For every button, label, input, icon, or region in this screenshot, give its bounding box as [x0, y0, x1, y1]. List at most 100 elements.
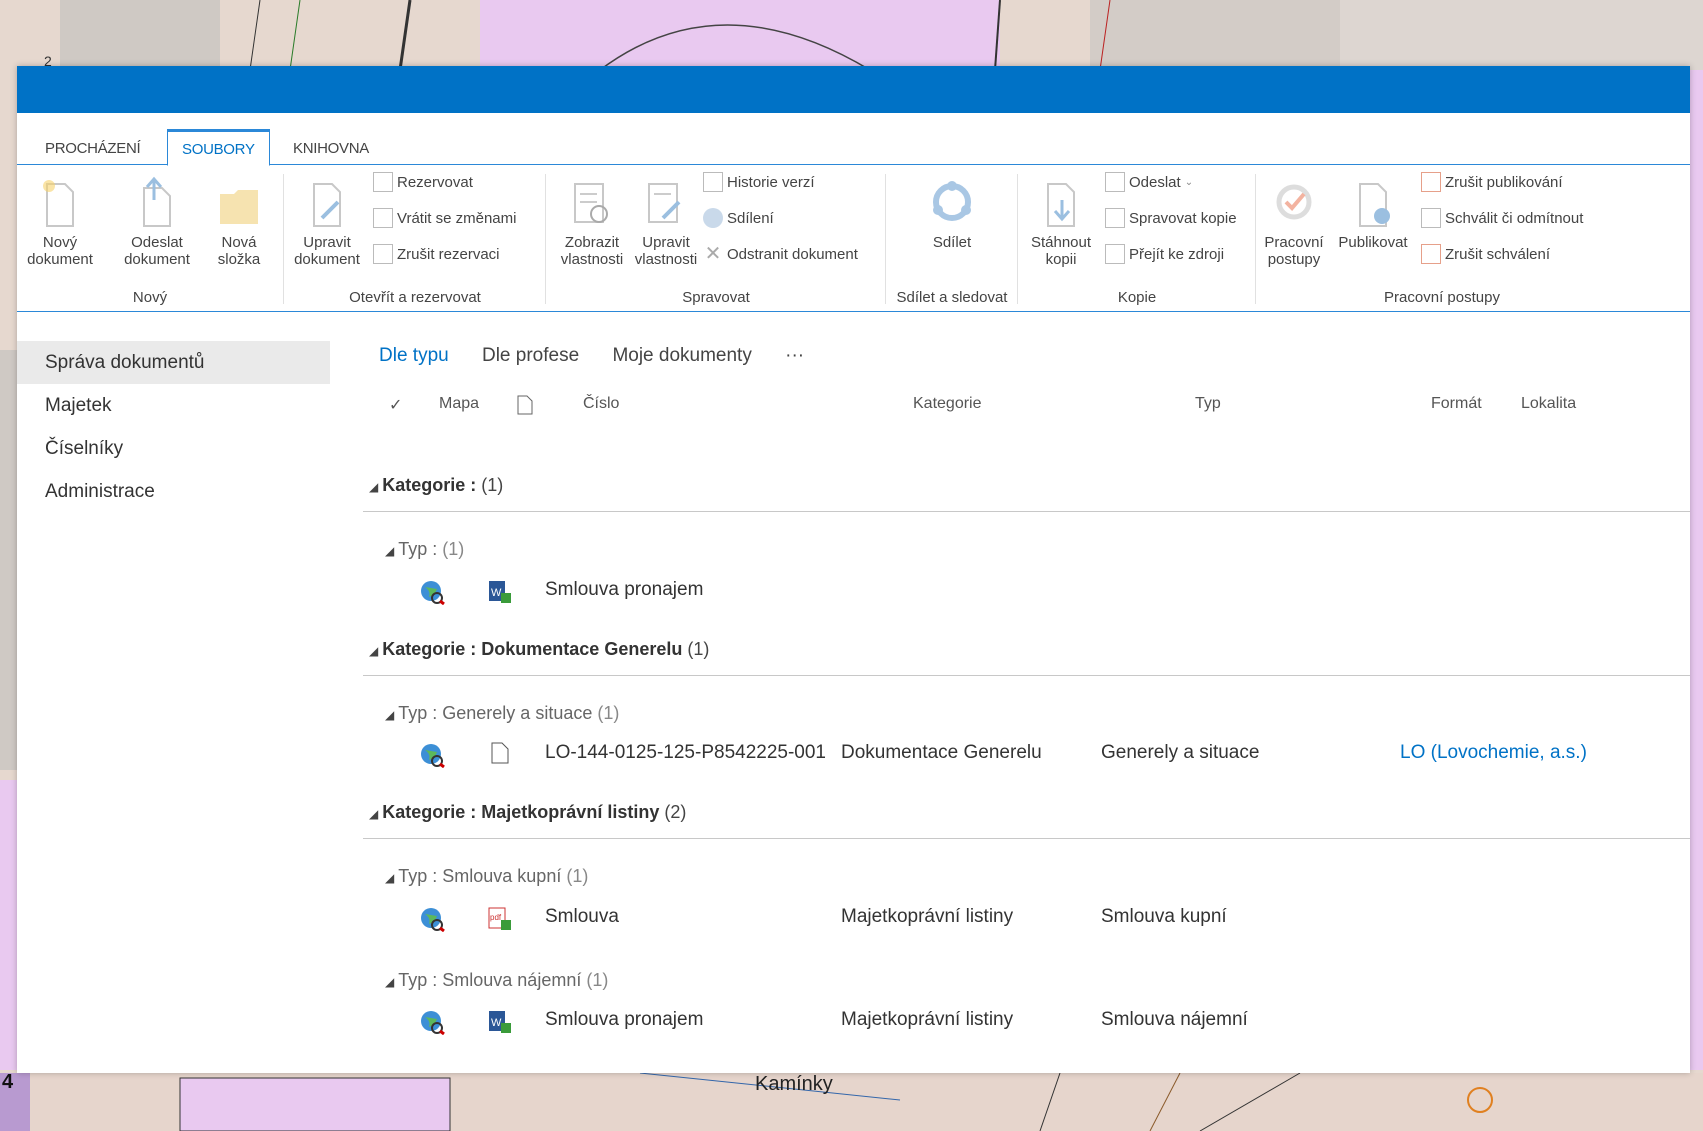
- manage-copies-button[interactable]: Spravovat kopie: [1105, 208, 1237, 228]
- column-typ[interactable]: Typ: [1195, 395, 1221, 413]
- collapse-triangle-icon[interactable]: ◢: [385, 544, 394, 558]
- collapse-triangle-icon[interactable]: ◢: [385, 871, 394, 885]
- version-history-button[interactable]: Historie verzí: [703, 172, 815, 192]
- new-document-label: Nový dokument: [27, 234, 93, 268]
- unpublish-icon: [1421, 172, 1441, 192]
- dropdown-arrow-icon: ⌄: [1184, 176, 1194, 188]
- tab-knihovna[interactable]: KNIHOVNA: [279, 129, 383, 166]
- new-folder-button[interactable]: Nová složka: [209, 176, 269, 268]
- upload-icon: [143, 176, 171, 227]
- type-count: (1): [586, 970, 609, 990]
- table-row[interactable]: W Smlouva pronajem Majetkoprávní listiny…: [363, 1001, 1690, 1039]
- group-label-sdilet: Sdílet a sledovat: [896, 289, 1008, 306]
- map-globe-icon[interactable]: [419, 906, 445, 938]
- checkout-label: Rezervovat: [397, 173, 473, 191]
- collapse-triangle-icon[interactable]: ◢: [369, 807, 378, 821]
- people-icon: [703, 208, 723, 228]
- collapse-triangle-icon[interactable]: ◢: [369, 480, 378, 494]
- collapse-triangle-icon[interactable]: ◢: [385, 708, 394, 722]
- approve-reject-button[interactable]: Schválit či odmítnout: [1421, 208, 1583, 228]
- nav-item-majetek[interactable]: Majetek: [17, 384, 330, 427]
- map-globe-icon[interactable]: [419, 1009, 445, 1041]
- category-label: Kategorie :: [382, 639, 477, 659]
- document-category: Dokumentace Generelu: [841, 742, 1042, 763]
- new-document-button[interactable]: Nový dokument: [23, 176, 97, 268]
- map-globe-icon[interactable]: [419, 579, 445, 611]
- type-value: Generely a situace: [442, 703, 593, 723]
- discard-checkout-button[interactable]: Zrušit rezervaci: [373, 244, 500, 264]
- view-dle-profese[interactable]: Dle profese: [482, 345, 579, 366]
- group-label-spravovat: Spravovat: [682, 289, 750, 306]
- type-group-header[interactable]: ◢ Typ : Smlouva kupní (1): [385, 866, 588, 887]
- edit-properties-button[interactable]: Upravit vlastnosti: [629, 176, 703, 268]
- group-divider: [1255, 174, 1256, 304]
- nav-item-administrace[interactable]: Administrace: [17, 470, 330, 513]
- more-views-icon[interactable]: ···: [785, 345, 804, 366]
- column-cislo[interactable]: Číslo: [583, 395, 619, 413]
- category-group-header[interactable]: ◢ Kategorie : Majetkoprávní listiny (2): [369, 802, 1690, 823]
- locality-link[interactable]: LO (Lovochemie, a.s.): [1400, 742, 1587, 764]
- tab-soubory[interactable]: SOUBORY: [167, 129, 270, 166]
- cancel-approval-label: Zrušit schválení: [1445, 245, 1551, 263]
- group-divider: [283, 174, 284, 304]
- table-row[interactable]: W Smlouva pronajem: [363, 571, 1690, 609]
- file-type-icon[interactable]: [517, 395, 533, 420]
- ribbon-group-novy: Nový dokument Odeslat dokument Nová slož…: [17, 172, 283, 306]
- send-to-label: Odeslat: [1129, 173, 1181, 191]
- nav-item-sprava-dokumentu[interactable]: Správa dokumentů: [17, 341, 330, 384]
- view-dle-typu[interactable]: Dle typu: [379, 345, 449, 366]
- type-group-header[interactable]: ◢ Typ : Smlouva nájemní (1): [385, 970, 608, 991]
- unpublish-label: Zrušit publikování: [1445, 173, 1563, 191]
- go-to-source-button[interactable]: Přejít ke zdroji: [1105, 244, 1224, 264]
- column-mapa[interactable]: Mapa: [439, 395, 479, 413]
- collapse-triangle-icon[interactable]: ◢: [369, 644, 378, 658]
- type-count: (1): [566, 866, 589, 886]
- group-divider-line: [363, 838, 1690, 839]
- document-name[interactable]: Smlouva pronajem: [545, 1009, 703, 1031]
- view-moje-dokumenty[interactable]: Moje dokumenty: [612, 345, 751, 366]
- column-format[interactable]: Formát: [1431, 395, 1482, 413]
- edit-properties-label: Upravit vlastnosti: [634, 234, 698, 268]
- document-number[interactable]: LO-144-0125-125-P8542225-001: [545, 742, 826, 764]
- type-group-header[interactable]: ◢ Typ : (1): [385, 539, 464, 560]
- cancel-approval-button[interactable]: Zrušit schválení: [1421, 244, 1550, 264]
- document-type: Smlouva nájemní: [1101, 1009, 1248, 1030]
- tab-prochazeni[interactable]: PROCHÁZENÍ: [31, 129, 154, 166]
- category-group-header[interactable]: ◢ Kategorie : (1): [369, 475, 1690, 496]
- send-to-button[interactable]: Odeslat ⌄: [1105, 172, 1193, 192]
- category-value: Dokumentace Generelu: [481, 639, 683, 659]
- delete-document-button[interactable]: ✕ Odstranit dokument: [703, 244, 858, 264]
- column-header-row: ✓ Mapa Číslo Kategorie Typ Formát Lokali…: [363, 388, 1690, 424]
- document-name[interactable]: Smlouva pronajem: [545, 579, 703, 601]
- edit-document-label: Upravit dokument: [294, 234, 360, 268]
- upload-document-button[interactable]: Odeslat dokument: [117, 176, 197, 268]
- checkout-button[interactable]: Rezervovat: [373, 172, 473, 192]
- category-label: Kategorie :: [382, 475, 477, 495]
- table-row[interactable]: LO-144-0125-125-P8542225-001 Dokumentace…: [363, 734, 1690, 772]
- type-group-header[interactable]: ◢ Typ : Generely a situace (1): [385, 703, 619, 724]
- history-icon: [703, 172, 723, 192]
- column-kategorie[interactable]: Kategorie: [913, 395, 982, 413]
- category-count: (2): [664, 802, 687, 822]
- view-properties-button[interactable]: Zobrazit vlastnosti: [555, 176, 629, 268]
- workflows-button[interactable]: Pracovní postupy: [1257, 176, 1331, 268]
- checkin-button[interactable]: Vrátit se změnami: [373, 208, 516, 228]
- column-lokalita[interactable]: Lokalita: [1521, 395, 1576, 413]
- map-globe-icon[interactable]: [419, 742, 445, 774]
- document-name[interactable]: Smlouva: [545, 906, 619, 928]
- sharing-button[interactable]: Sdílení: [703, 208, 774, 228]
- nav-item-ciselniky[interactable]: Číselníky: [17, 427, 330, 470]
- table-row[interactable]: pdf Smlouva Majetkoprávní listiny Smlouv…: [363, 898, 1690, 936]
- unpublish-button[interactable]: Zrušit publikování: [1421, 172, 1563, 192]
- category-group-header[interactable]: ◢ Kategorie : Dokumentace Generelu (1): [369, 639, 1690, 660]
- publish-button[interactable]: Publikovat: [1331, 176, 1415, 251]
- document-library-dialog: PROCHÁZENÍ SOUBORY KNIHOVNA Nový dokumen…: [17, 66, 1690, 1073]
- edit-document-button[interactable]: Upravit dokument: [287, 176, 367, 268]
- svg-text:pdf: pdf: [490, 913, 502, 922]
- upload-document-label: Odeslat dokument: [124, 234, 190, 268]
- share-button[interactable]: Sdílet: [912, 176, 992, 251]
- collapse-triangle-icon[interactable]: ◢: [385, 975, 394, 989]
- send-icon: [1105, 172, 1125, 192]
- download-copy-button[interactable]: Stáhnout kopii: [1023, 176, 1099, 268]
- select-all-checkmark[interactable]: ✓: [389, 395, 402, 415]
